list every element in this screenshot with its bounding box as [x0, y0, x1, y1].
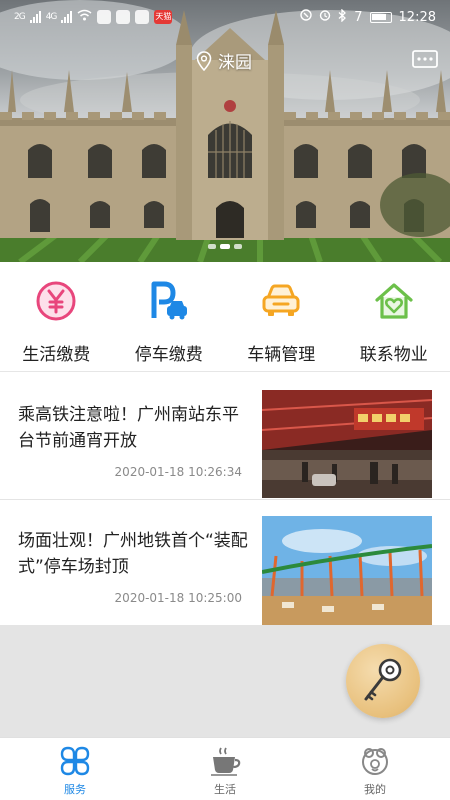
- signal-icon-2: [61, 11, 73, 23]
- app-notification-icon: [97, 10, 112, 24]
- status-bar: 2G 4G 天猫 7 12:28: [0, 0, 450, 34]
- signal-icon: [29, 11, 41, 23]
- location-selector[interactable]: 涞园: [196, 48, 252, 73]
- tab-label: 服务: [64, 783, 86, 796]
- tab-label: 生活: [214, 783, 236, 796]
- news-time: 2020-01-18 10:25:00: [114, 591, 242, 605]
- hero-banner[interactable]: 2G 4G 天猫 7 12:28 涞园: [0, 0, 450, 262]
- service-parking-payment[interactable]: 停车缴费: [113, 262, 226, 371]
- service-label: 停车缴费: [134, 345, 203, 365]
- bottom-tab-bar: 服务 生活 我的: [0, 737, 450, 800]
- news-item[interactable]: 场面壮观！广州地铁首个“装配式”停车场封顶 2020-01-18 10:25:0…: [0, 502, 450, 626]
- service-grid: 生活缴费 停车缴费 车辆管理 联系物业: [0, 262, 450, 372]
- news-item[interactable]: 乘高铁注意啦！广州南站东平台节前通宵开放 2020-01-18 10:26:34: [0, 376, 450, 500]
- service-label: 联系物业: [359, 345, 428, 365]
- service-label: 生活缴费: [22, 345, 91, 365]
- wechat-icon: [116, 10, 131, 24]
- key-icon: [364, 658, 402, 701]
- tab-life[interactable]: 生活: [150, 738, 300, 800]
- news-time: 2020-01-18 10:26:34: [114, 465, 242, 479]
- location-pin-icon: [196, 50, 212, 71]
- network-type-label-2: 4G: [45, 12, 58, 22]
- service-bill-payment[interactable]: 生活缴费: [0, 262, 113, 371]
- service-vehicle-management[interactable]: 车辆管理: [225, 262, 338, 371]
- battery-percent: 7: [354, 9, 363, 25]
- battery-icon: [369, 11, 392, 23]
- key-button[interactable]: [346, 644, 420, 718]
- message-icon[interactable]: [412, 50, 438, 70]
- bluetooth-icon: [338, 7, 347, 26]
- banner-dot-active[interactable]: [220, 244, 230, 249]
- banner-pagination: [0, 244, 450, 249]
- coffee-cup-icon: [211, 747, 241, 776]
- car-icon: [262, 284, 300, 316]
- news-thumbnail: [262, 390, 432, 498]
- yuan-icon: [36, 281, 76, 321]
- parking-car-icon: [151, 281, 187, 320]
- wifi-icon: [77, 9, 92, 25]
- banner-dot[interactable]: [234, 244, 242, 249]
- tab-services[interactable]: 服务: [0, 738, 150, 800]
- app-notification-icon-2: [135, 10, 150, 24]
- tab-label: 我的: [364, 783, 386, 796]
- news-title: 乘高铁注意啦！广州南站东平台节前通宵开放: [18, 405, 239, 451]
- tab-mine[interactable]: 我的: [300, 738, 450, 800]
- nfc-icon: [300, 9, 312, 25]
- service-label: 车辆管理: [247, 345, 316, 365]
- news-thumbnail: [262, 516, 432, 626]
- clover-icon: [60, 746, 90, 776]
- clock: 12:28: [398, 9, 436, 25]
- service-contact-property[interactable]: 联系物业: [338, 262, 450, 371]
- banner-dot[interactable]: [208, 244, 216, 249]
- network-type-label: 2G: [14, 12, 26, 22]
- news-title: 场面壮观！广州地铁首个“装配式”停车场封顶: [18, 531, 248, 577]
- house-heart-icon: [375, 283, 413, 319]
- banner-image: [0, 0, 450, 262]
- alarm-icon: [319, 9, 331, 25]
- tmall-icon: 天猫: [154, 10, 173, 24]
- profile-icon: [362, 748, 388, 775]
- location-name: 涞园: [218, 53, 252, 73]
